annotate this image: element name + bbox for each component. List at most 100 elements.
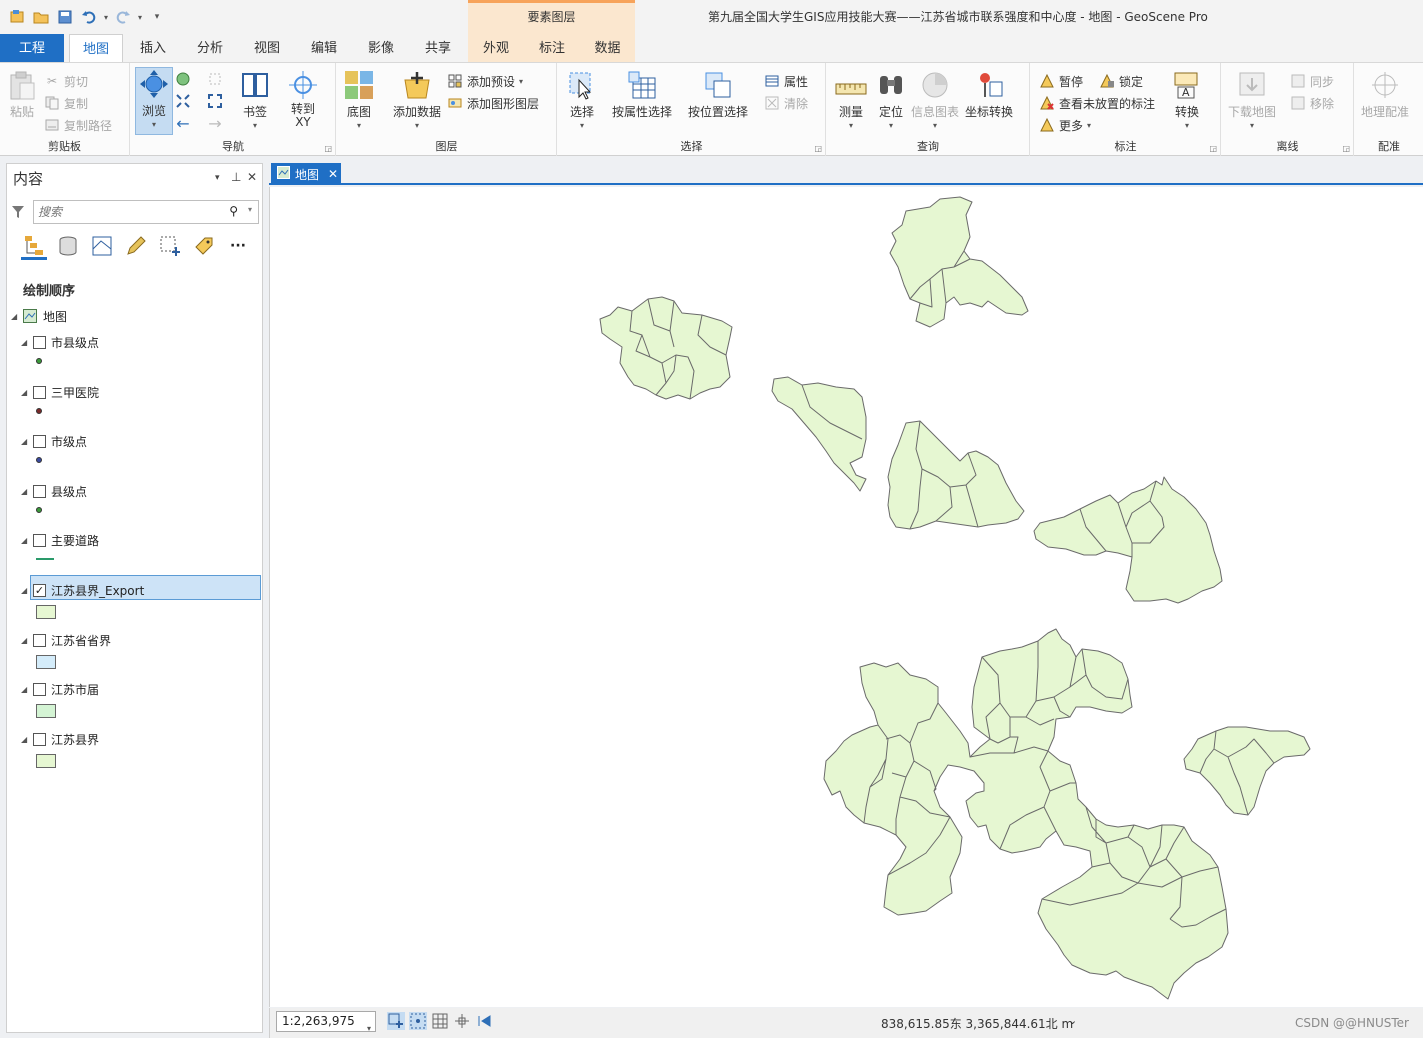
scale-selector[interactable]: 1:2,263,975 ▾ [276,1011,376,1033]
paste-button[interactable]: 粘贴 [6,69,38,120]
customize-icon[interactable]: ▾ [148,8,166,26]
navigate-launcher-icon[interactable]: ◲ [324,144,332,153]
polygon-symbol-icon[interactable] [36,704,56,718]
labeling-launcher-icon[interactable]: ◲ [1209,144,1217,153]
select-by-location-button[interactable]: 按位置选择 [688,69,748,120]
add-graphics-layer-button[interactable]: 添加图形图层 [447,93,539,113]
constraints-icon[interactable] [453,1012,471,1030]
explore-button[interactable]: 浏览 ▾ [135,67,173,135]
add-preset-button[interactable]: 添加预设 ▾ [447,71,523,91]
selection-list-icon[interactable] [89,232,115,260]
tab-analysis[interactable]: 分析 [184,34,236,62]
infographics-button[interactable]: 信息图表 ▾ [911,69,959,130]
open-project-icon[interactable] [32,8,50,26]
expand-triangle-icon[interactable]: ◢ [21,487,33,496]
close-pane-icon[interactable]: ✕ [247,170,257,184]
layer-row[interactable]: ◢ 市县级点 [21,332,99,352]
view-unplaced-labels-button[interactable]: 查看未放置的标注 [1039,93,1155,113]
layer-row[interactable]: ◢ 江苏县界 [21,729,99,749]
undo-dropdown-icon[interactable]: ▾ [104,13,108,22]
expand-triangle-icon[interactable]: ◢ [21,437,33,446]
locate-button[interactable]: 定位 ▾ [875,69,907,130]
refresh-map-icon[interactable] [475,1012,493,1030]
full-extent-button[interactable] [175,69,191,89]
cut-button[interactable]: ✂ 剪切 [44,71,88,91]
polygon-symbol-icon[interactable] [36,754,56,768]
previous-extent-button[interactable]: ← [175,113,191,133]
layer-visibility-checkbox[interactable] [33,633,46,647]
data-source-icon[interactable] [55,232,81,260]
tab-view[interactable]: 视图 [241,34,293,62]
select-button[interactable]: 选择 ▾ [566,69,598,130]
layer-row[interactable]: ◢ 市级点 [21,431,87,451]
county-polygon[interactable] [889,196,1029,328]
line-symbol-icon[interactable] [36,558,54,560]
snapping-icon[interactable] [157,232,183,260]
point-symbol-icon[interactable] [36,358,42,364]
county-boundaries-layer[interactable] [270,187,1423,1007]
tab-map[interactable]: 地图 [69,34,123,62]
tab-insert[interactable]: 插入 [127,34,179,62]
coordinate-format-dropdown-icon[interactable]: ⌄ [1068,1014,1077,1027]
layer-row[interactable]: ◢ 江苏省省界 [21,630,111,650]
select-by-attributes-button[interactable]: 按属性选择 [612,69,672,120]
point-symbol-icon[interactable] [36,408,42,414]
remove-offline-button[interactable]: 移除 [1290,93,1334,113]
map-canvas[interactable] [269,187,1423,1007]
pin-icon[interactable]: ⊥ [231,170,241,184]
copy-button[interactable]: 复制 [44,93,88,113]
offline-launcher-icon[interactable]: ◲ [1342,144,1350,153]
layer-row[interactable]: ◢ 主要道路 [21,530,99,550]
expand-triangle-icon[interactable]: ◢ [11,312,23,321]
layer-visibility-checkbox[interactable] [33,732,46,746]
layer-row[interactable]: ◢ 江苏市届 [21,679,99,699]
contents-search-box[interactable]: ⚲ ▾ [33,200,259,224]
point-symbol-icon[interactable] [36,457,42,463]
expand-triangle-icon[interactable]: ◢ [21,685,33,694]
tab-project[interactable]: 工程 [0,34,64,62]
tab-labeling[interactable]: 标注 [524,34,580,62]
map-tree-node[interactable]: ◢ 地图 [11,306,67,326]
expand-triangle-icon[interactable]: ◢ [21,586,33,595]
georeference-button[interactable]: 地理配准 [1361,69,1409,120]
coordinate-conversion-button[interactable]: 坐标转换 [965,69,1013,120]
scale-dropdown-icon[interactable]: ▾ [367,1019,371,1038]
add-data-button[interactable]: 添加数据 ▾ [393,69,441,130]
layer-row[interactable]: ◢ 县级点 [21,481,87,501]
tab-data[interactable]: 数据 [580,34,635,62]
download-map-button[interactable]: 下载地图 ▾ [1228,69,1276,130]
snapping-toggle-icon[interactable] [409,1012,427,1030]
save-project-icon[interactable] [56,8,74,26]
search-options-icon[interactable]: ▾ [248,205,252,214]
point-symbol-icon[interactable] [36,507,42,513]
redo-icon[interactable] [114,8,132,26]
fixed-zoom-out-button[interactable] [207,91,223,111]
fixed-zoom-in-button[interactable] [175,91,191,111]
convert-labels-button[interactable]: A 转换 ▾ [1171,69,1203,130]
expand-triangle-icon[interactable]: ◢ [21,536,33,545]
labeling-tag-icon[interactable] [191,232,217,260]
layer-visibility-checkbox[interactable] [33,682,46,696]
tab-edit[interactable]: 编辑 [298,34,350,62]
more-labeling-button[interactable]: 更多 ▾ [1039,115,1091,135]
attributes-button[interactable]: 属性 [764,71,808,91]
measure-button[interactable]: 测量 ▾ [835,69,867,130]
contents-search-input[interactable] [38,202,218,222]
next-extent-button[interactable]: → [207,113,223,133]
clear-selection-button[interactable]: 清除 [764,93,808,113]
undo-icon[interactable] [80,8,98,26]
layer-visibility-checkbox[interactable] [33,434,46,448]
polygon-symbol-icon[interactable] [36,655,56,669]
expand-triangle-icon[interactable]: ◢ [21,338,33,347]
copy-path-button[interactable]: 复制路径 [44,115,112,135]
redo-dropdown-icon[interactable]: ▾ [138,13,142,22]
expand-triangle-icon[interactable]: ◢ [21,735,33,744]
tab-share[interactable]: 共享 [412,34,464,62]
county-polygon[interactable] [1033,476,1223,604]
pane-menu-icon[interactable]: ▾ [215,173,220,183]
more-options-icon[interactable]: ··· [225,232,251,260]
bookmarks-button[interactable]: 书签 ▾ [239,69,271,130]
zoom-to-selection-button[interactable] [207,69,223,89]
selection-launcher-icon[interactable]: ◲ [814,144,822,153]
county-polygon[interactable] [887,420,1025,530]
